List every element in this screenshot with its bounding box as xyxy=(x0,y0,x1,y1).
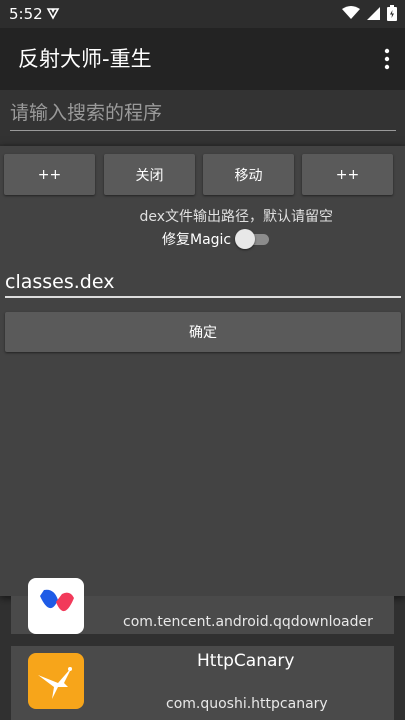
app-name: HttpCanary xyxy=(197,651,295,671)
package-name: com.tencent.android.qqdownloader xyxy=(123,614,373,630)
status-icons xyxy=(342,5,397,21)
wifi-icon xyxy=(342,6,360,19)
list-item[interactable]: HttpCanary com.quoshi.httpcanary xyxy=(11,646,394,720)
fix-magic-label: 修复Magic xyxy=(162,232,232,248)
more-options-icon[interactable] xyxy=(383,48,391,70)
output-path-hint: dex文件输出路径，默认请留空 xyxy=(139,209,333,225)
notification-icon xyxy=(46,8,60,20)
app-bar: 反射大师-重生 xyxy=(0,28,405,90)
move-button[interactable]: 移动 xyxy=(203,154,294,195)
output-path-input[interactable] xyxy=(5,268,401,298)
confirm-button[interactable]: 确定 xyxy=(5,312,401,352)
fix-magic-row: 修复Magic xyxy=(162,228,271,250)
package-name: com.quoshi.httpcanary xyxy=(166,696,328,712)
search-bar xyxy=(0,90,405,144)
search-input[interactable] xyxy=(10,96,396,131)
signal-icon xyxy=(367,6,380,20)
toggle-thumb xyxy=(235,229,256,249)
dialog-panel: ++ 关闭 移动 ++ dex文件输出路径，默认请留空 修复Magic 确定 xyxy=(0,146,405,596)
expand-button-left[interactable]: ++ xyxy=(4,154,95,195)
expand-button-right[interactable]: ++ xyxy=(302,154,393,195)
hummingbird-icon xyxy=(28,653,84,709)
status-bar: 5:52 xyxy=(0,0,405,28)
battery-icon xyxy=(387,5,397,21)
dialog-button-row: ++ 关闭 移动 ++ xyxy=(4,154,402,196)
app-title: 反射大师-重生 xyxy=(18,47,152,71)
fix-magic-toggle[interactable] xyxy=(235,229,271,249)
yingyongbao-icon xyxy=(28,578,84,634)
close-button[interactable]: 关闭 xyxy=(104,154,195,195)
status-time: 5:52 xyxy=(9,5,43,23)
list-item[interactable]: com.tencent.android.qqdownloader xyxy=(11,578,394,634)
